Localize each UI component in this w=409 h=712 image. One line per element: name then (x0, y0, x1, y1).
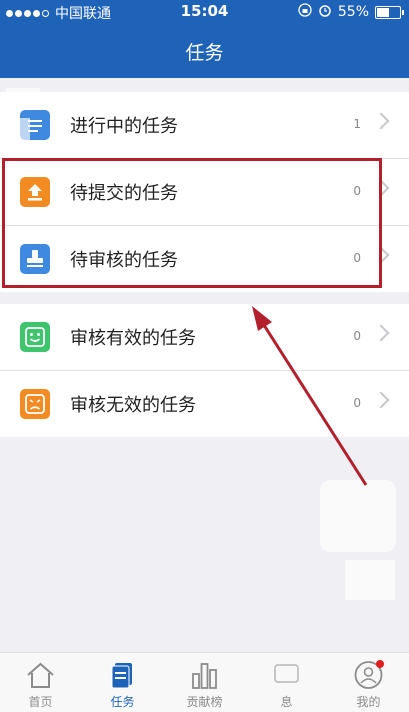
battery-percent: 55% (337, 4, 369, 20)
tab-home[interactable]: 首页 (0, 653, 81, 712)
home-icon (27, 662, 54, 688)
page-title: 任务 (185, 42, 224, 64)
alarm-icon (318, 3, 332, 21)
tab-profile[interactable]: 我的 (328, 653, 409, 712)
status-bar: 中国联通 15:04 55% (0, 0, 409, 22)
smile-icon (20, 322, 50, 352)
watermark-overlay (345, 560, 395, 600)
watermark-overlay (320, 480, 396, 552)
bottom-tab-bar: 首页 任务 贡献榜 息 我的 (0, 652, 409, 712)
task-label: 进行中的任务 (70, 116, 178, 137)
task-icon (111, 663, 132, 689)
tab-label: 息 (280, 695, 293, 709)
tab-ranking[interactable]: 贡献榜 (164, 653, 245, 712)
lock-rotation-icon (298, 3, 312, 21)
task-row-rejected[interactable]: 审核无效的任务 0 (0, 371, 409, 437)
tab-label: 首页 (28, 695, 53, 709)
tab-task[interactable]: 任务 (82, 653, 163, 712)
top-app-bar: 中国联通 15:04 55% 任务 (0, 0, 409, 78)
chevron-right-icon (372, 324, 390, 342)
tab-label: 贡献榜 (186, 695, 223, 709)
chevron-right-icon (372, 112, 390, 130)
task-count: 0 (353, 396, 361, 410)
task-count: 0 (353, 329, 361, 343)
sad-icon (20, 389, 50, 419)
watermark-overlay (0, 118, 30, 140)
task-label: 审核有效的任务 (70, 328, 196, 349)
tab-label: 我的 (356, 695, 381, 709)
notification-dot (376, 660, 384, 668)
message-icon (274, 664, 299, 683)
battery-icon (375, 5, 404, 19)
task-row-in-progress[interactable]: 进行中的任务 1 (0, 92, 409, 159)
tab-label: 任务 (110, 695, 135, 709)
chevron-right-icon (372, 391, 390, 409)
tab-message[interactable]: 息 (246, 653, 327, 712)
watermark-overlay (6, 88, 40, 110)
task-count: 1 (353, 117, 361, 131)
ranking-icon (192, 663, 217, 689)
task-list-group-2: 审核有效的任务 0 审核无效的任务 0 (0, 304, 409, 437)
highlight-box (2, 158, 382, 288)
task-label: 审核无效的任务 (70, 395, 196, 416)
task-row-approved[interactable]: 审核有效的任务 0 (0, 304, 409, 371)
